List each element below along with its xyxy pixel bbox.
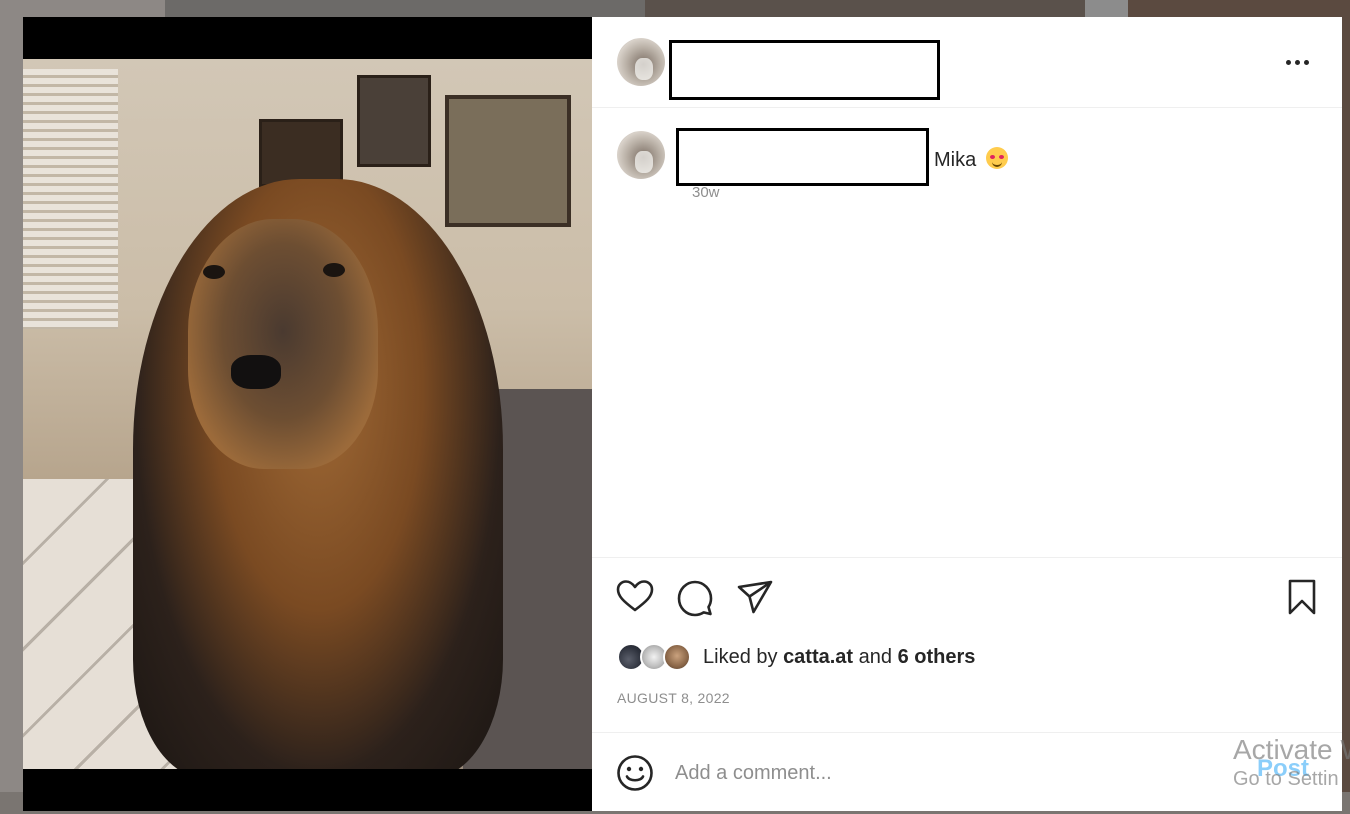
- caption-author-redacted[interactable]: [676, 128, 929, 186]
- comment-icon[interactable]: [675, 577, 715, 617]
- author-username-redacted[interactable]: [669, 40, 940, 100]
- post-details-panel: Mika 30w Liked by catta.at and 6 others …: [592, 17, 1342, 811]
- smiling-face-with-hearts-icon: [985, 147, 1008, 169]
- liked-by-user-link[interactable]: catta.at: [783, 646, 853, 668]
- post-modal: Mika 30w Liked by catta.at and 6 others …: [23, 17, 1342, 811]
- smiley-icon[interactable]: [615, 753, 655, 793]
- caption-timestamp[interactable]: 30w: [692, 184, 720, 201]
- divider: [592, 732, 1342, 733]
- photo-wall-frame: [357, 75, 431, 167]
- liked-by-others-link[interactable]: 6 others: [898, 646, 976, 668]
- post-photo[interactable]: [23, 59, 592, 769]
- photo-window-blinds: [23, 69, 118, 329]
- bookmark-icon[interactable]: [1282, 577, 1322, 617]
- photo-dog-eye: [203, 265, 225, 279]
- caption-text: Mika: [934, 147, 1008, 172]
- like-icon[interactable]: [615, 577, 655, 617]
- liked-by-conjunction: and: [858, 645, 893, 668]
- photo-dog-eye: [323, 263, 345, 277]
- share-icon[interactable]: [735, 577, 775, 617]
- liked-by-prefix: Liked by: [703, 645, 778, 668]
- post-header: [592, 17, 1342, 108]
- post-date[interactable]: AUGUST 8, 2022: [617, 690, 730, 706]
- liked-by-text: Liked by catta.at and 6 others: [703, 646, 975, 669]
- author-avatar[interactable]: [617, 38, 665, 86]
- comment-input[interactable]: [675, 755, 1235, 791]
- avatar: [663, 643, 691, 671]
- photo-wall-frame: [259, 119, 343, 187]
- likes-summary: Liked by catta.at and 6 others: [617, 641, 975, 673]
- photo-dog-nose: [231, 355, 281, 389]
- divider: [592, 557, 1342, 558]
- more-options-icon[interactable]: [1280, 54, 1314, 70]
- photo-wall-frame: [445, 95, 571, 227]
- post-media: [23, 17, 592, 811]
- background-thumbnail: [645, 0, 1085, 18]
- liker-avatars[interactable]: [617, 642, 695, 672]
- caption-label: Mika: [934, 149, 977, 171]
- photo-dog-face: [188, 219, 378, 469]
- post-comment-button[interactable]: Post: [1257, 755, 1309, 783]
- caption-author-avatar[interactable]: [617, 131, 665, 179]
